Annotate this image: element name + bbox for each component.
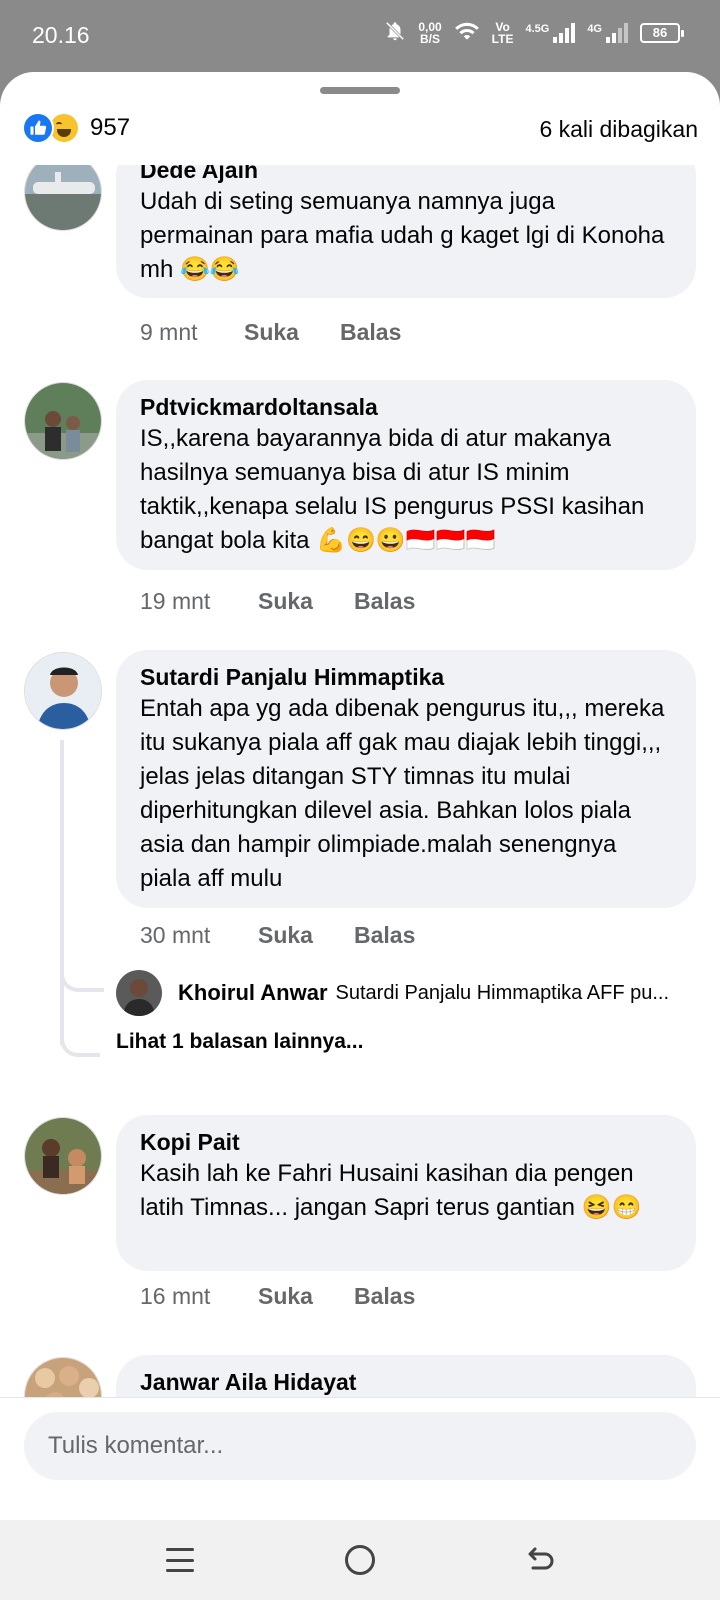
comment-text: Udah di seting semuanya namnya juga perm…: [140, 188, 665, 283]
comment-text: Entah apa yg ada dibenak pengurus itu,,,…: [140, 695, 665, 892]
comment-bubble[interactable]: Pdtvickmardoltansala IS,,karena bayarann…: [116, 380, 696, 570]
reactions-summary[interactable]: 957: [22, 112, 130, 144]
like-button[interactable]: Suka: [258, 1283, 354, 1310]
volte-bottom: LTE: [491, 31, 514, 46]
reply-button[interactable]: Balas: [340, 319, 401, 346]
volte-indicator: Vo LTE: [492, 21, 514, 45]
comment-text: IS,,karena bayarannya bida di atur makan…: [140, 425, 645, 554]
sheet-header: 957 6 kali dibagikan: [0, 112, 720, 160]
comment-bubble[interactable]: Sutardi Panjalu Himmaptika Entah apa yg …: [116, 650, 696, 908]
comment-time: 30 mnt: [140, 922, 211, 948]
reply-button[interactable]: Balas: [354, 588, 415, 615]
avatar[interactable]: [24, 652, 102, 730]
view-more-replies[interactable]: Lihat 1 balasan lainnya...: [116, 1030, 363, 1054]
status-time: 20.16: [32, 22, 90, 48]
signal-icon: 4.5G: [525, 22, 576, 43]
reply-author[interactable]: Khoirul Anwar: [178, 980, 328, 1006]
status-icons: 0,00 B/S Vo LTE 4.5G 4G 86: [384, 20, 684, 45]
battery-icon: 86: [640, 22, 684, 43]
reply-button[interactable]: Balas: [354, 922, 415, 949]
comment-time: 9 mnt: [140, 319, 198, 345]
comment-list[interactable]: Dede Ajaih Udah di seting semuanya namny…: [0, 165, 720, 1398]
comment-actions: 16 mnt Suka Balas: [140, 1283, 415, 1310]
avatar[interactable]: [24, 1117, 102, 1195]
comment-actions: 30 mnt Suka Balas: [140, 922, 415, 949]
reply-avatar[interactable]: [116, 970, 162, 1016]
drag-handle[interactable]: [320, 87, 400, 94]
back-icon[interactable]: [520, 1540, 560, 1580]
comment-text: Kasih lah ke Fahri Husaini kasihan dia p…: [140, 1160, 642, 1221]
avatar[interactable]: [24, 1357, 102, 1398]
avatar[interactable]: [24, 165, 102, 231]
comments-sheet: 957 6 kali dibagikan Dede Ajaih Udah di …: [0, 72, 720, 1520]
net-speed-unit: B/S: [419, 31, 440, 46]
reply-button[interactable]: Balas: [354, 1283, 415, 1310]
composer-area: Tulis komentar...: [0, 1397, 720, 1520]
home-icon[interactable]: [340, 1540, 380, 1580]
comment-actions: 9 mnt Suka Balas: [140, 319, 401, 346]
comment-time: 16 mnt: [140, 1283, 211, 1309]
thread-connector: [60, 970, 104, 992]
like-reaction-icon: [22, 112, 54, 144]
comment-actions: 19 mnt Suka Balas: [140, 588, 415, 615]
notifications-off-icon: [384, 20, 406, 45]
wifi-icon: [454, 20, 480, 45]
network-type-2: 4G: [587, 22, 602, 35]
like-button[interactable]: Suka: [258, 588, 354, 615]
net-speed: 0,00 B/S: [418, 21, 441, 45]
menu-icon[interactable]: [160, 1540, 200, 1580]
network-type-1: 4.5G: [525, 22, 550, 35]
volte-top: Vo: [495, 19, 510, 34]
comment-bubble[interactable]: Dede Ajaih Udah di seting semuanya namny…: [116, 165, 696, 298]
comment-author[interactable]: Pdtvickmardoltansala: [140, 392, 672, 422]
comment-author[interactable]: Sutardi Panjalu Himmaptika: [140, 662, 672, 692]
like-button[interactable]: Suka: [244, 319, 340, 346]
comment-input[interactable]: Tulis komentar...: [24, 1412, 696, 1480]
comment-bubble[interactable]: Janwar Aila Hidayat: [116, 1355, 696, 1398]
reaction-count: 957: [90, 114, 131, 141]
thread-line: [60, 740, 64, 990]
status-bar: 20.16 0,00 B/S Vo LTE 4.5G 4G 86: [0, 0, 720, 72]
comment-author[interactable]: Janwar Aila Hidayat: [140, 1367, 672, 1397]
reply-preview[interactable]: Khoirul Anwar Sutardi Panjalu Himmaptika…: [116, 970, 706, 1016]
reply-text: Sutardi Panjalu Himmaptika AFF pu...: [335, 981, 670, 1004]
net-speed-value: 0,00: [418, 19, 442, 34]
comment-author[interactable]: Dede Ajaih: [140, 165, 672, 185]
avatar[interactable]: [24, 382, 102, 460]
comment-bubble[interactable]: Kopi Pait Kasih lah ke Fahri Husaini kas…: [116, 1115, 696, 1271]
system-nav-bar: [0, 1520, 720, 1600]
thread-connector: [60, 1035, 100, 1057]
comment-author[interactable]: Kopi Pait: [140, 1127, 672, 1157]
signal-icon-2: 4G: [587, 22, 628, 43]
comment-time: 19 mnt: [140, 588, 211, 614]
like-button[interactable]: Suka: [258, 922, 354, 949]
share-count[interactable]: 6 kali dibagikan: [539, 116, 698, 143]
